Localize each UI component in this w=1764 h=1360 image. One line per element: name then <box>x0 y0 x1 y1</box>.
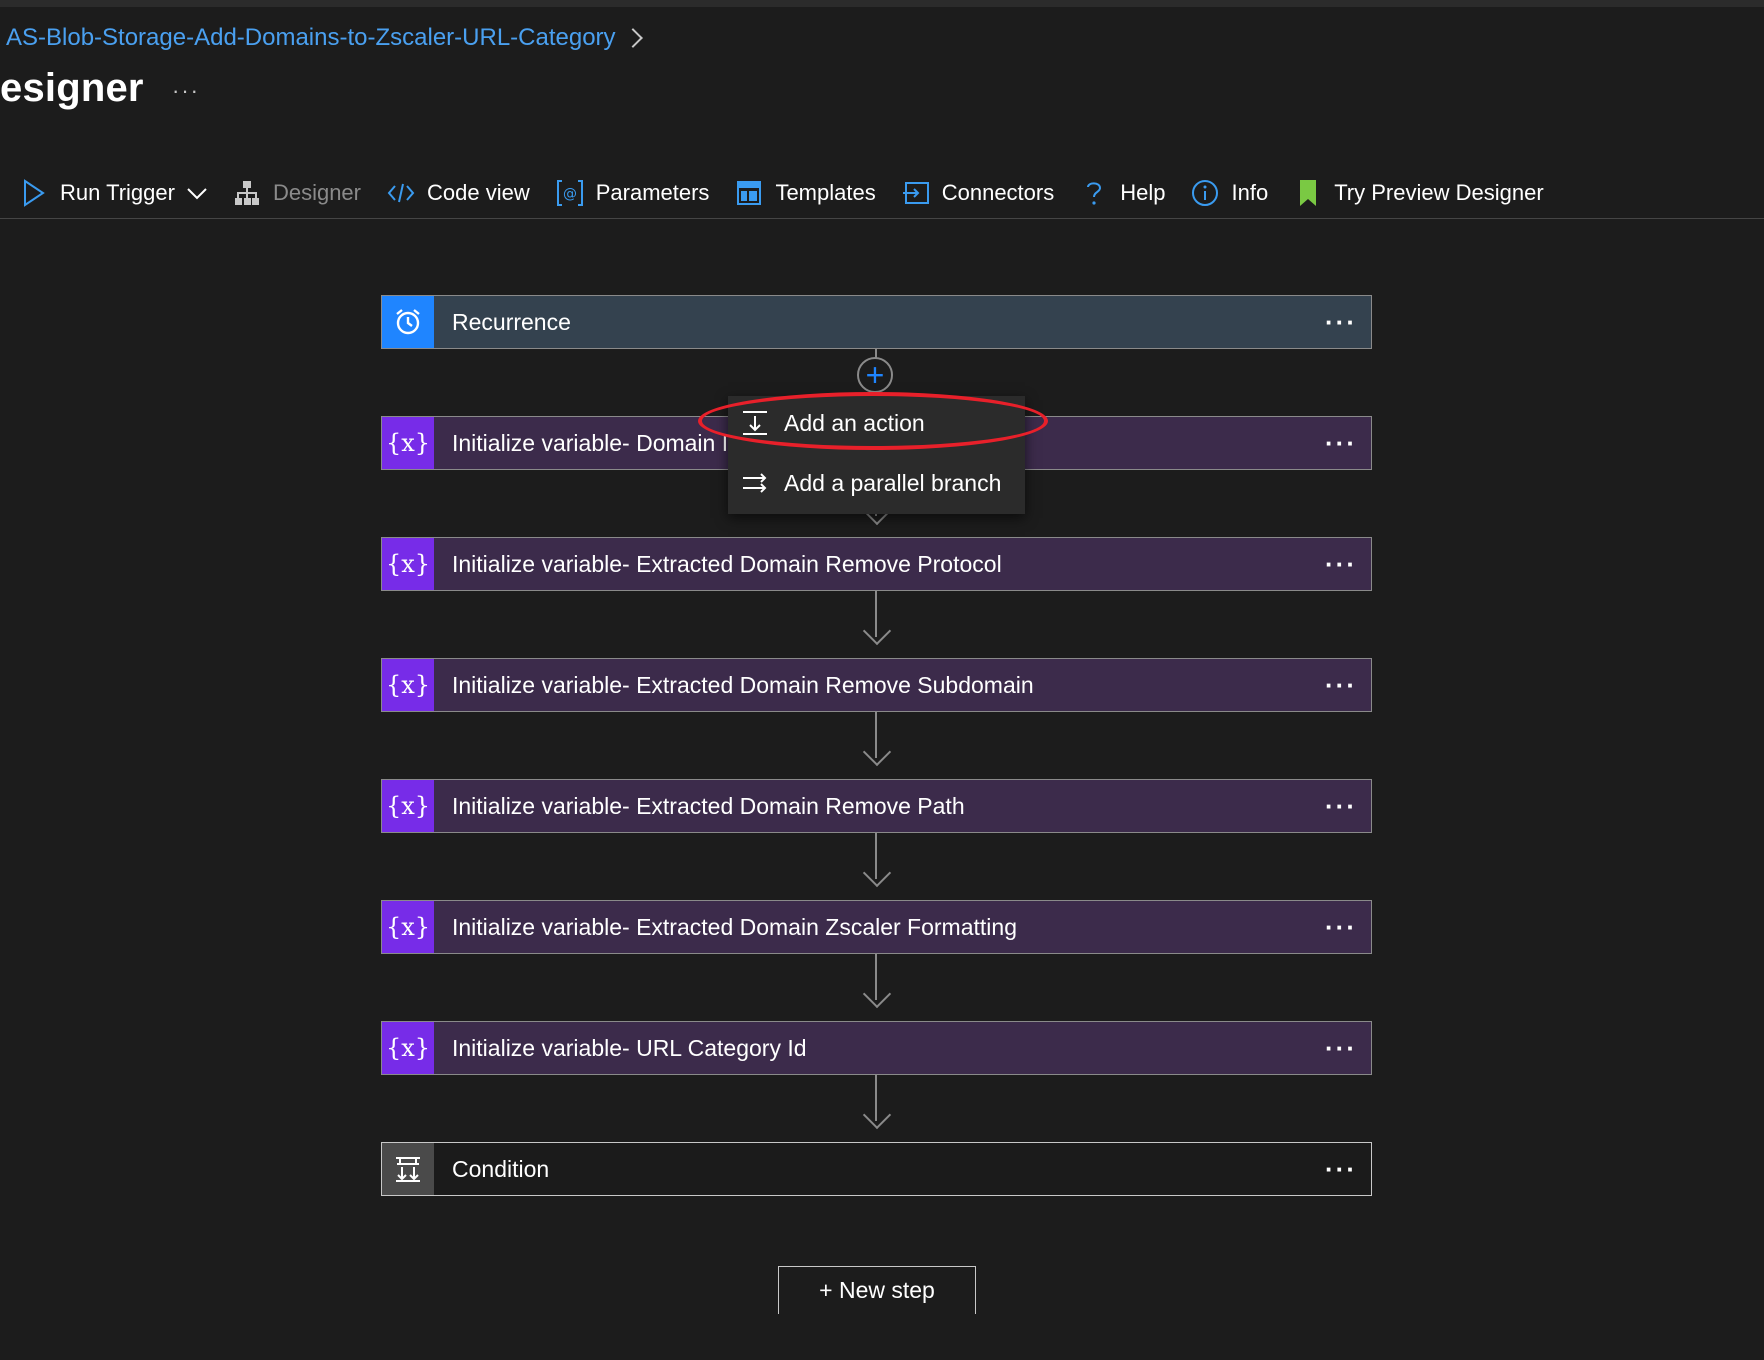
arrow-down-icon <box>862 1100 892 1130</box>
info-label: Info <box>1231 180 1269 205</box>
breadcrumb-link[interactable]: AS-Blob-Storage-Add-Domains-to-Zscaler-U… <box>6 24 616 52</box>
code-view-button[interactable]: Code view <box>387 173 530 213</box>
condition-icon <box>382 1143 434 1195</box>
step-initialize-variable[interactable]: {x} Initialize variable- URL Category Id… <box>381 1021 1372 1075</box>
variable-icon: {x} <box>382 780 434 832</box>
chevron-right-icon <box>622 28 643 48</box>
info-button[interactable]: Info <box>1191 173 1268 213</box>
help-label: Help <box>1120 180 1166 205</box>
hierarchy-icon <box>233 179 261 207</box>
designer-label: Designer <box>272 180 361 205</box>
parallel-branch-icon <box>740 472 770 494</box>
more-options-button[interactable]: ··· <box>172 78 200 104</box>
templates-button[interactable]: Templates <box>735 173 876 213</box>
run-trigger-label: Run Trigger <box>60 180 175 205</box>
step-initialize-variable[interactable]: {x} Initialize variable- Extracted Domai… <box>381 658 1372 712</box>
designer-canvas: Recurrence ··· {x} Initialize variable- … <box>0 219 1764 1360</box>
run-trigger-button[interactable]: Run Trigger <box>20 173 207 213</box>
insert-step-button[interactable]: + <box>857 357 893 393</box>
try-preview-label: Try Preview Designer <box>1334 180 1544 205</box>
step-more-button[interactable]: ··· <box>1311 430 1371 456</box>
arrow-down-icon <box>862 979 892 1009</box>
step-label: Recurrence <box>452 308 571 335</box>
templates-label: Templates <box>775 180 876 205</box>
step-condition[interactable]: Condition ··· <box>381 1142 1372 1196</box>
step-more-button[interactable]: ··· <box>1311 793 1371 819</box>
step-label: Initialize variable- URL Category Id <box>452 1034 807 1061</box>
step-more-button[interactable]: ··· <box>1311 309 1371 335</box>
page-title: esigner <box>0 66 144 110</box>
plus-icon: + <box>865 357 885 393</box>
step-label: Initialize variable- Extracted Domain Re… <box>452 792 965 819</box>
step-label: Initialize variable- Extracted Domain Re… <box>452 671 1034 698</box>
connectors-button[interactable]: Connectors <box>902 173 1055 213</box>
bookmark-icon <box>1294 179 1322 207</box>
toolbar: Run Trigger Designer Code view @ Paramet… <box>0 168 1764 218</box>
arrow-down-icon <box>862 737 892 767</box>
breadcrumb: AS-Blob-Storage-Add-Domains-to-Zscaler-U… <box>6 20 643 56</box>
parameters-label: Parameters <box>595 180 710 205</box>
chevron-down-icon[interactable] <box>187 180 207 206</box>
add-action-label: Add an action <box>784 409 925 436</box>
step-label: Initialize variable- Extracted Domain Zs… <box>452 913 1017 940</box>
step-initialize-variable[interactable]: {x} Initialize variable- Extracted Domai… <box>381 900 1372 954</box>
play-icon <box>20 179 48 207</box>
add-action-menu-item[interactable]: Add an action <box>728 396 1025 450</box>
alarm-clock-icon <box>382 296 434 348</box>
variable-icon: {x} <box>382 417 434 469</box>
step-more-button[interactable]: ··· <box>1311 672 1371 698</box>
info-icon <box>1191 179 1219 207</box>
insert-step-menu: Add an action Add a parallel branch <box>728 396 1025 514</box>
step-more-button[interactable]: ··· <box>1311 1156 1371 1182</box>
add-parallel-label: Add a parallel branch <box>784 469 1002 496</box>
step-recurrence[interactable]: Recurrence ··· <box>381 295 1372 349</box>
step-initialize-variable[interactable]: {x} Initialize variable- Extracted Domai… <box>381 779 1372 833</box>
top-strip <box>0 0 1764 7</box>
code-view-label: Code view <box>427 180 530 205</box>
variable-icon: {x} <box>382 659 434 711</box>
step-label: Initialize variable- Extracted Domain Re… <box>452 550 1002 577</box>
variable-icon: {x} <box>382 901 434 953</box>
code-icon <box>387 179 415 207</box>
try-preview-designer-button[interactable]: Try Preview Designer <box>1294 173 1544 213</box>
svg-text:@: @ <box>563 186 577 202</box>
arrow-down-icon <box>862 616 892 646</box>
help-button[interactable]: Help <box>1080 173 1165 213</box>
designer-button[interactable]: Designer <box>233 173 361 213</box>
variable-icon: {x} <box>382 538 434 590</box>
arrow-down-icon <box>862 858 892 888</box>
step-label: Condition <box>452 1155 550 1182</box>
step-initialize-variable[interactable]: {x} Initialize variable- Extracted Domai… <box>381 537 1372 591</box>
variable-icon: {x} <box>382 1022 434 1074</box>
templates-icon <box>735 179 763 207</box>
parameters-button[interactable]: @ Parameters <box>556 173 710 213</box>
help-icon <box>1080 179 1108 207</box>
add-action-icon <box>740 410 770 436</box>
connectors-label: Connectors <box>941 180 1055 205</box>
new-step-button[interactable]: + New step <box>778 1266 976 1314</box>
step-more-button[interactable]: ··· <box>1311 914 1371 940</box>
add-parallel-branch-menu-item[interactable]: Add a parallel branch <box>728 456 1025 510</box>
step-more-button[interactable]: ··· <box>1311 551 1371 577</box>
parameters-icon: @ <box>556 179 584 207</box>
connectors-icon <box>902 179 930 207</box>
step-more-button[interactable]: ··· <box>1311 1035 1371 1061</box>
